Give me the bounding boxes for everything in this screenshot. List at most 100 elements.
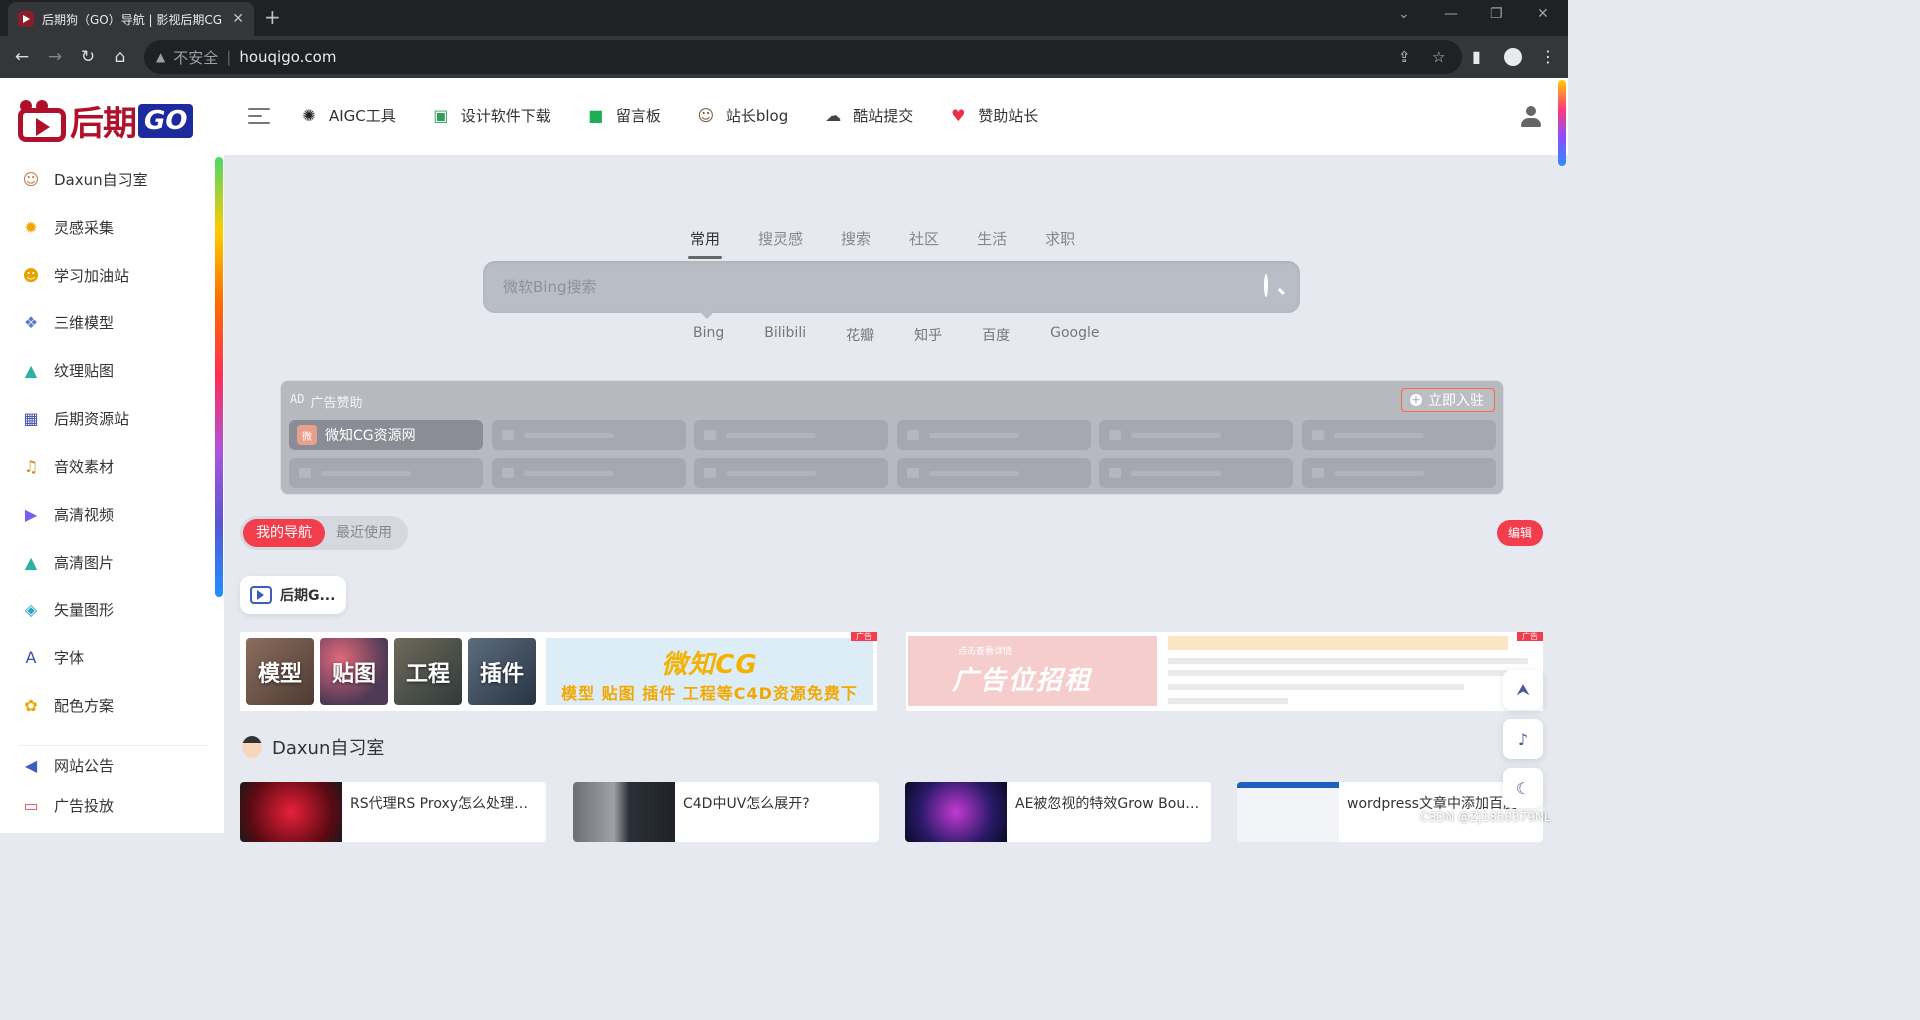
address-bar[interactable]: ▲ 不安全 | houqigo.com ⇪ ☆: [144, 40, 1462, 74]
search-icon[interactable]: [1264, 274, 1286, 298]
sidebar-item-8[interactable]: ▲ 高清图片: [20, 551, 114, 573]
sidebar-item-2[interactable]: ☻ 学习加油站: [20, 264, 129, 286]
search-engine-2[interactable]: 花瓣: [846, 325, 874, 345]
sidebar-item-label: 矢量图形: [54, 600, 115, 619]
search-engine-1[interactable]: Bilibili: [764, 325, 806, 345]
ad-placeholder-icon: [501, 430, 514, 440]
billboard-icon: ▭: [23, 795, 39, 815]
edit-button[interactable]: 编辑: [1497, 520, 1543, 546]
share-icon[interactable]: ⇪: [1398, 40, 1411, 74]
sidebar-item-11[interactable]: ✿ 配色方案: [20, 694, 114, 716]
ad-slot-empty[interactable]: [491, 458, 686, 488]
browser-toolbar: ← → ↻ ⌂ ▲ 不安全 | houqigo.com ⇪ ☆ ▮ ⋮: [0, 36, 1568, 78]
ad-slot-empty[interactable]: [694, 420, 889, 450]
nav-item-5[interactable]: ♥ 赞助站长: [947, 104, 1038, 126]
nav-item-4[interactable]: ☁ 酷站提交: [822, 104, 913, 126]
ad-slot-empty[interactable]: [1099, 458, 1294, 488]
ad-slot-empty[interactable]: [1099, 420, 1294, 450]
ad-slot-filled[interactable]: 微微知CG资源网: [289, 420, 483, 450]
banner-ad-for-rent[interactable]: 点击查看详情 广告位招租 广告: [906, 632, 1543, 711]
ad-slot-empty[interactable]: [491, 420, 686, 450]
tab-recent[interactable]: 最近使用: [336, 516, 392, 550]
search-engine-3[interactable]: 知乎: [914, 325, 942, 345]
sidebar-item-5[interactable]: ▦ 后期资源站: [20, 407, 129, 429]
minimize-button[interactable]: —: [1444, 6, 1458, 22]
sidebar-item-13[interactable]: ▭ 广告投放: [20, 794, 114, 816]
post-card[interactable]: C4D中UV怎么展开?: [573, 782, 879, 842]
search-tab-1[interactable]: 搜灵感: [758, 228, 803, 255]
search-engine-4[interactable]: 百度: [982, 325, 1010, 345]
ad-slot-empty[interactable]: [896, 458, 1091, 488]
maximize-button[interactable]: ❐: [1490, 6, 1503, 22]
forward-button[interactable]: →: [42, 44, 68, 70]
post-card[interactable]: AE被忽视的特效Grow Boun...: [905, 782, 1211, 842]
nav-item-3[interactable]: ☺ 站长blog: [695, 104, 788, 126]
search-tab-5[interactable]: 求职: [1045, 228, 1075, 255]
browser-menu-icon[interactable]: ⋮: [1540, 44, 1556, 70]
nav-item-1[interactable]: ▣ 设计软件下载: [430, 104, 551, 126]
side-panel-icon[interactable]: ▮: [1472, 44, 1481, 70]
bookmark-star-icon[interactable]: ☆: [1432, 40, 1445, 74]
user-account-icon[interactable]: [1520, 106, 1542, 128]
banner-placeholder-lines: [1168, 636, 1538, 706]
ad-placeholder-icon: [1312, 430, 1324, 440]
ad-slot-empty[interactable]: [1302, 458, 1496, 488]
chevron-down-icon[interactable]: ⌄: [1398, 6, 1410, 22]
reload-button[interactable]: ↻: [75, 44, 101, 70]
search-tab-2[interactable]: 搜索: [841, 228, 871, 255]
ad-slot-empty[interactable]: [694, 458, 889, 488]
browser-tab[interactable]: 后期狗（GO）导航 | 影视后期CG ✕: [8, 2, 254, 36]
close-tab-icon[interactable]: ✕: [232, 11, 244, 27]
sidebar-item-4[interactable]: ▲ 纹理贴图: [20, 359, 114, 381]
nav-item-0[interactable]: ✺ AIGC工具: [298, 104, 396, 126]
plus-circle-icon: +: [1410, 393, 1422, 406]
nav-item-label: 设计软件下载: [460, 106, 551, 125]
dark-mode-button[interactable]: ☾: [1503, 768, 1543, 808]
sidebar-item-1[interactable]: ✹ 灵感采集: [20, 216, 114, 238]
search-tab-0[interactable]: 常用: [687, 228, 723, 259]
banner-weizhi-cg[interactable]: 模型 贴图 工程 插件 微知CG 模型 贴图 插件 工程等C4D资源免费下 广告: [240, 632, 877, 711]
close-window-button[interactable]: ✕: [1537, 6, 1549, 22]
post-title: C4D中UV怎么展开?: [683, 796, 810, 812]
ad-placeholder-line: [523, 433, 614, 438]
sidebar-scrollbar[interactable]: [215, 157, 223, 597]
sidebar-item-6[interactable]: ♫ 音效素材: [20, 455, 114, 477]
new-tab-button[interactable]: +: [264, 6, 281, 28]
warning-triangle-icon[interactable]: ▲: [156, 50, 165, 64]
tab-my-nav[interactable]: 我的导航: [243, 519, 325, 547]
menu-toggle-icon[interactable]: [248, 108, 270, 124]
sidebar-item-3[interactable]: ❖ 三维模型: [20, 311, 114, 333]
nav-item-2[interactable]: ■ 留言板: [585, 104, 661, 126]
sidebar-item-0[interactable]: ☺ Daxun自习室: [20, 168, 148, 190]
home-button[interactable]: ⌂: [107, 44, 133, 70]
search-tab-4[interactable]: 生活: [977, 228, 1007, 255]
back-button[interactable]: ←: [9, 44, 35, 70]
search-tab-3[interactable]: 社区: [909, 228, 939, 255]
ad-slot-empty[interactable]: [896, 420, 1091, 450]
profile-icon[interactable]: [1504, 48, 1522, 66]
url-text[interactable]: houqigo.com: [239, 48, 336, 66]
ad-slot-empty[interactable]: [289, 458, 483, 488]
search-engine-5[interactable]: Google: [1050, 325, 1099, 345]
sidebar-item-12[interactable]: ◀ 网站公告: [20, 754, 114, 776]
post-thumbnail: [240, 782, 342, 842]
scrollbar-thumb[interactable]: [1558, 80, 1566, 166]
site-favicon-icon: [18, 11, 34, 27]
insecure-label[interactable]: 不安全: [173, 47, 218, 68]
notification-button[interactable]: ♪: [1503, 719, 1543, 759]
join-now-button[interactable]: + 立即入驻: [1401, 388, 1495, 412]
sidebar-item-label: 灵感采集: [54, 218, 115, 237]
back-to-top-button[interactable]: ⮝: [1503, 670, 1543, 710]
search-engine-0[interactable]: Bing: [693, 325, 724, 345]
address-separator: |: [226, 48, 232, 66]
sidebar-item-7[interactable]: ▶ 高清视频: [20, 503, 114, 525]
search-input[interactable]: [503, 278, 1203, 296]
post-title: RS代理RS Proxy怎么处理多...: [350, 796, 540, 812]
ad-slot-empty[interactable]: [1302, 420, 1496, 450]
my-site-card[interactable]: 后期G...: [240, 576, 346, 614]
post-card[interactable]: RS代理RS Proxy怎么处理多...: [240, 782, 546, 842]
sidebar-item-10[interactable]: A 字体: [20, 646, 85, 668]
sidebar-item-9[interactable]: ◈ 矢量图形: [20, 598, 114, 620]
site-logo[interactable]: 后期 GO: [16, 96, 194, 145]
ad-placeholder-line: [1131, 433, 1222, 438]
